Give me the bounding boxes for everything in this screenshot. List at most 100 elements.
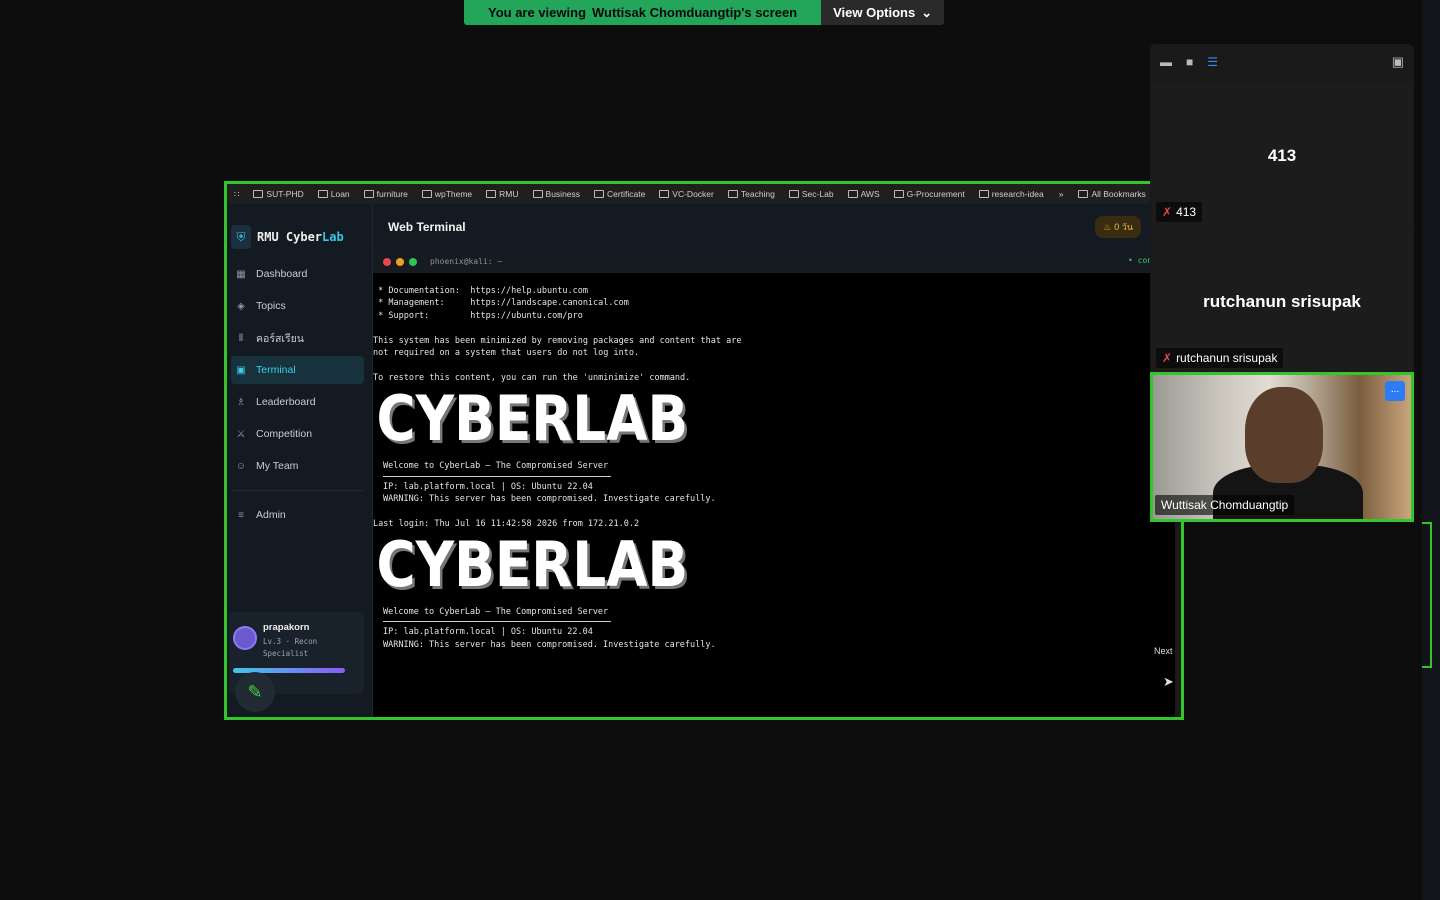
sidebar-item-team[interactable]: ☺ My Team [231, 452, 364, 480]
folder-icon [978, 190, 989, 198]
close-dot-icon[interactable] [383, 257, 391, 266]
view-options-button[interactable]: View Options ⌄ [821, 0, 945, 25]
bookmark-item[interactable]: AWS [841, 189, 887, 199]
bookmark-item[interactable]: SUT-PHD [246, 189, 310, 199]
viewing-banner: You are viewing Wuttisak Chomduangtip's … [464, 0, 945, 25]
sidebar-item-swords[interactable]: ⚔ Competition [231, 420, 364, 448]
page-title: Web Terminal [388, 220, 466, 234]
bookmark-item[interactable]: wpTheme [415, 189, 479, 199]
participant-tile[interactable]: 413 ✗ 413 [1152, 82, 1412, 227]
bookmark-item[interactable]: furniture [357, 189, 415, 199]
next-button[interactable]: Next [1154, 646, 1173, 656]
participant-label-text: 413 [1176, 205, 1197, 219]
folder-icon [893, 190, 904, 198]
bookmark-item[interactable]: Teaching [721, 189, 782, 199]
shared-screen: ∷ SUT-PHD Loan furniture wpTheme RMU Business… [224, 181, 1184, 720]
bookmark-item[interactable]: Sec-Lab [782, 189, 841, 199]
bookmark-label: VC-Docker [672, 189, 714, 199]
ascii-banner: CYBERLAB [376, 528, 689, 602]
more-options-button[interactable]: ... [1385, 381, 1405, 401]
sidebar-item-terminal[interactable]: ▣ Terminal [231, 356, 364, 384]
strip-view-icon[interactable]: ☰ [1207, 55, 1218, 69]
bookmarks-bar: ∷ SUT-PHD Loan furniture wpTheme RMU Business… [227, 184, 1181, 204]
sidebar: ⛨ RMU CyberLab ▦ Dashboard ◈ Topics Ⅱ คอร์สเร… [227, 204, 373, 717]
participant-tile[interactable]: rutchanun srisupak ✗ rutchanun srisupak [1152, 228, 1412, 370]
sidebar-item-trophy[interactable]: ♗ Leaderboard [231, 388, 364, 416]
terminal-line: not required on a system that users do n… [373, 347, 640, 358]
bookmark-item[interactable]: G-Procurement [887, 189, 972, 199]
minimize-dot-icon[interactable] [396, 257, 404, 266]
folder-icon [486, 190, 497, 198]
speaker-view-icon[interactable]: ■ [1186, 55, 1193, 69]
terminal-line: * Management: https://landscape.canonica… [373, 298, 629, 309]
participant-name-large: 413 [1267, 146, 1297, 165]
divider [383, 621, 611, 623]
streak-badge[interactable]: ♨ 0 วัน [1095, 216, 1141, 238]
viewing-notice: You are viewing Wuttisak Chomduangtip's … [464, 0, 822, 25]
bookmark-label: research-idea [991, 189, 1044, 199]
ascii-banner: CYBERLAB [376, 382, 689, 456]
bookmark-label: AWS [860, 189, 880, 199]
shield-icon: ⛨ [231, 225, 251, 249]
avatar [233, 626, 257, 650]
bookmark-item[interactable]: research-idea [972, 189, 1051, 199]
bookmark-label: Certificate [607, 189, 646, 199]
bookmark-label: Sec-Lab [801, 189, 834, 199]
folder-icon [727, 190, 738, 198]
sidebar-item-label: Leaderboard [256, 396, 316, 408]
logo-prefix: RMU Cyber [257, 230, 323, 244]
terminal-output[interactable]: * Documentation: https://help.ubuntu.com… [373, 273, 1175, 717]
folder-icon [317, 190, 328, 198]
profile-level: Lv.3 · Recon Specialist [263, 637, 318, 658]
sidebar-nav: ▦ Dashboard ◈ Topics Ⅱ คอร์สเรียน ▣ Terminal ♗ Le… [227, 260, 372, 480]
video-participant-name: Wuttisak Chomduangtip [1155, 495, 1295, 515]
cyberlab-app: ⛨ RMU CyberLab ▦ Dashboard ◈ Topics Ⅱ คอร์สเร… [227, 204, 1181, 717]
folder-icon [594, 190, 605, 198]
panel-toolbar: ▬ ■ ☰ [1150, 44, 1414, 80]
sidebar-item-dashboard[interactable]: ▦ Dashboard [231, 260, 364, 288]
edge-strip [1422, 0, 1440, 900]
terminal-line: Welcome to CyberLab — The Compromised Se… [383, 461, 609, 472]
bookmark-item[interactable]: Business [526, 189, 588, 199]
pop-out-icon[interactable]: ▣ [1392, 54, 1404, 70]
folder-icon [1078, 190, 1089, 198]
app-logo[interactable]: ⛨ RMU CyberLab [227, 204, 372, 256]
pencil-icon: ✎ [247, 681, 263, 702]
logo-accent: Lab [322, 230, 344, 244]
flame-icon: ♨ [1103, 221, 1112, 232]
bookmark-label: G-Procurement [906, 189, 965, 199]
terminal-line: WARNING: This server has been compromise… [383, 493, 716, 504]
apps-grid-icon[interactable]: ∷ [227, 189, 246, 200]
participant-label-text: rutchanun srisupak [1176, 351, 1278, 365]
viewing-prefix: You are viewing [488, 5, 587, 20]
bookmark-item[interactable]: RMU [479, 189, 525, 199]
bookmark-label: Loan [330, 189, 350, 199]
bookmark-item[interactable]: Loan [311, 189, 357, 199]
terminal-titlebar: phoenix@kali: ~ • connected [373, 250, 1181, 273]
view-options-label: View Options [833, 5, 916, 20]
bookmarks-overflow-button[interactable]: » [1051, 189, 1072, 199]
sidebar-item-label: Topics [256, 300, 286, 312]
bookmark-item[interactable]: VC-Docker [652, 189, 721, 199]
terminal-line: This system has been minimized by removi… [373, 335, 742, 346]
all-bookmarks-label: All Bookmarks [1091, 189, 1146, 199]
terminal-line: Welcome to CyberLab — The Compromised Se… [383, 607, 609, 618]
bookmark-label: Business [545, 189, 581, 199]
minimize-icon[interactable]: ▬ [1160, 55, 1172, 69]
bookmark-label: RMU [499, 189, 519, 199]
logo-text: RMU CyberLab [257, 230, 344, 244]
active-speaker-video[interactable]: ... Wuttisak Chomduangtip [1150, 372, 1414, 522]
terminal-line: IP: lab.platform.local | OS: Ubuntu 22.0… [383, 627, 593, 638]
maximize-dot-icon[interactable] [409, 257, 417, 266]
folder-icon [421, 190, 432, 198]
trophy-icon: ♗ [236, 396, 246, 408]
edit-pencil-button[interactable]: ✎ [235, 672, 275, 712]
all-bookmarks-button[interactable]: All Bookmarks [1071, 189, 1152, 199]
sidebar-item-topics[interactable]: ◈ Topics [231, 292, 364, 320]
bookmark-item[interactable]: Certificate [587, 189, 652, 199]
sidebar-item-label: Admin [256, 509, 286, 521]
courses-icon: Ⅱ [238, 332, 244, 344]
sidebar-item-courses[interactable]: Ⅱ คอร์สเรียน [231, 324, 364, 352]
sidebar-item-label: Dashboard [256, 268, 308, 280]
sidebar-item-admin[interactable]: ≡ Admin [231, 501, 364, 529]
